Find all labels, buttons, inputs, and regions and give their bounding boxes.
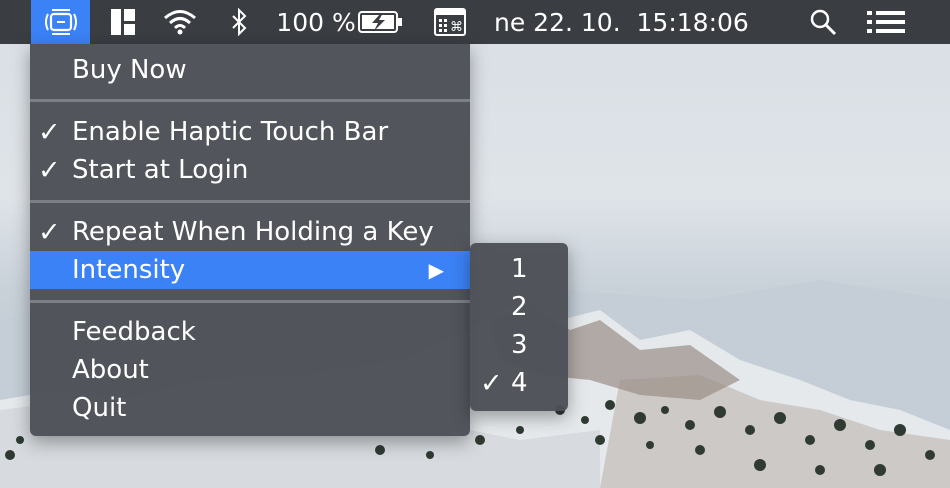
menu-item-label: Intensity (72, 255, 186, 285)
clock[interactable]: ne 22. 10. 15:18:06 (494, 0, 780, 44)
bluetooth-icon[interactable] (226, 0, 252, 44)
menu-item-start-at-login[interactable]: ✓ Start at Login (30, 151, 470, 189)
submenu-item-label: 4 (511, 368, 528, 398)
menu-item-feedback[interactable]: Feedback (30, 313, 470, 351)
layout-icon[interactable] (108, 0, 138, 44)
menu-item-about[interactable]: About (30, 351, 470, 389)
intensity-submenu: 1 2 3 ✓ 4 (470, 243, 568, 411)
menu-item-label: Repeat When Holding a Key (72, 217, 434, 247)
battery-charging-icon[interactable] (356, 0, 406, 44)
submenu-item-label: 1 (511, 254, 528, 284)
wifi-icon[interactable] (160, 0, 200, 44)
menu-item-label: Enable Haptic Touch Bar (72, 117, 389, 147)
submenu-arrow-icon: ▶ (428, 258, 444, 282)
list-icon[interactable] (866, 0, 906, 44)
menu-item-enable-haptic[interactable]: ✓ Enable Haptic Touch Bar (30, 113, 470, 151)
menu-separator (30, 99, 470, 102)
menu-item-buy-now[interactable]: Buy Now (30, 51, 470, 89)
checkmark-icon: ✓ (38, 116, 61, 148)
menu-item-quit[interactable]: Quit (30, 389, 470, 427)
checkmark-icon: ✓ (38, 154, 61, 186)
checkmark-icon: ✓ (38, 216, 61, 248)
svg-text:⌘: ⌘ (450, 20, 463, 35)
menu-separator (30, 200, 470, 203)
submenu-item-3[interactable]: 3 (470, 326, 568, 364)
keyboard-input-icon[interactable]: ⌘ (432, 0, 468, 44)
submenu-item-label: 2 (511, 292, 528, 322)
menu-bar: 100 % ⌘ ne 22. 10. 15:18:06 (0, 0, 950, 44)
menu-item-label: Feedback (72, 317, 196, 347)
battery-percent: 100 % (276, 7, 356, 37)
submenu-item-2[interactable]: 2 (470, 288, 568, 326)
submenu-item-label: 3 (511, 330, 528, 360)
menu-item-label: Quit (72, 393, 127, 423)
menu-item-label: About (72, 355, 149, 385)
submenu-item-4[interactable]: ✓ 4 (470, 364, 568, 402)
haptic-app-icon[interactable] (31, 0, 90, 44)
checkmark-icon: ✓ (480, 367, 503, 399)
app-dropdown-menu: Buy Now ✓ Enable Haptic Touch Bar ✓ Star… (30, 44, 470, 436)
menu-item-label: Buy Now (72, 55, 187, 85)
submenu-item-1[interactable]: 1 (470, 250, 568, 288)
search-icon[interactable] (806, 0, 840, 44)
menu-item-repeat-holding-key[interactable]: ✓ Repeat When Holding a Key (30, 213, 470, 251)
menu-separator (30, 300, 470, 303)
menu-item-intensity[interactable]: Intensity ▶ (30, 251, 470, 289)
menu-item-label: Start at Login (72, 155, 249, 185)
datetime: ne 22. 10. 15:18:06 (494, 7, 749, 37)
